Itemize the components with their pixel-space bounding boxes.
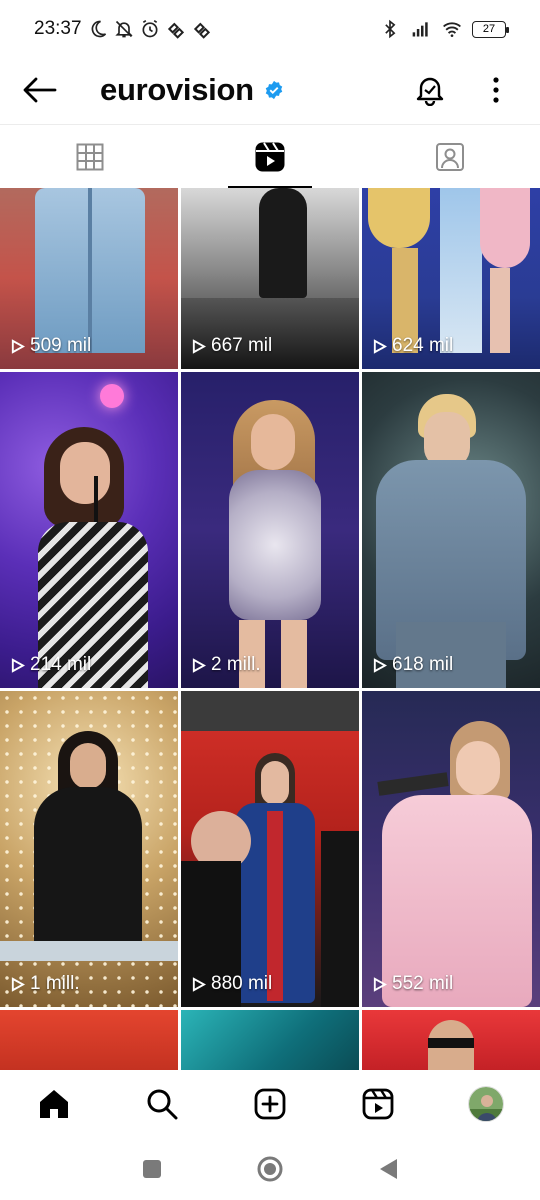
view-count-text: 618 mil	[392, 654, 454, 675]
profile-tabs	[0, 124, 540, 189]
circle-icon	[257, 1156, 283, 1182]
play-icon	[373, 338, 387, 354]
view-count-text: 1 mill.	[30, 973, 80, 994]
grid-tab[interactable]	[0, 125, 180, 189]
play-icon	[373, 976, 387, 992]
view-count: 2 mill.	[191, 654, 261, 676]
notifications-button[interactable]	[410, 68, 450, 112]
status-time: 23:37	[34, 18, 82, 39]
view-count-text: 2 mill.	[211, 654, 261, 675]
nav-profile[interactable]	[466, 1084, 506, 1124]
view-count-text: 214 mil	[30, 654, 92, 675]
status-left: 23:37	[34, 18, 212, 40]
reel-thumbnail	[0, 372, 178, 688]
triangle-back-icon	[380, 1159, 397, 1179]
tagged-tab[interactable]	[360, 125, 540, 189]
page-title: eurovision	[100, 72, 254, 107]
battery-icon: 27	[472, 20, 509, 38]
reel-tile[interactable]	[0, 1010, 178, 1070]
reel-thumbnail	[362, 1010, 540, 1070]
reel-tile[interactable]	[181, 1010, 359, 1070]
search-icon	[147, 1089, 178, 1120]
reel-tile[interactable]: 1 mill.	[0, 691, 178, 1007]
view-count-text: 667 mil	[211, 335, 273, 356]
home-icon	[40, 1090, 68, 1118]
play-icon	[11, 657, 25, 673]
view-count: 1 mill.	[10, 973, 80, 995]
play-icon	[11, 976, 25, 992]
reel-thumbnail	[181, 372, 359, 688]
moon-icon	[91, 20, 106, 38]
more-options-button[interactable]	[478, 68, 514, 112]
view-count-text: 624 mil	[392, 335, 454, 356]
reel-tile[interactable]: 624 mil	[362, 188, 540, 369]
reels-grid: 509 mil 667 mil 624 mil 214 mil 2 mill. …	[0, 188, 540, 1070]
reel-tile[interactable]: 618 mil	[362, 372, 540, 688]
wifi-icon	[443, 22, 461, 37]
view-count-text: 509 mil	[30, 335, 92, 356]
view-count-text: 552 mil	[392, 973, 454, 994]
alarm-icon	[142, 19, 158, 38]
nav-reels[interactable]	[358, 1084, 398, 1124]
avatar-image	[469, 1087, 503, 1121]
reel-tile[interactable]: 2 mill.	[181, 372, 359, 688]
view-count: 509 mil	[10, 335, 91, 357]
reel-thumbnail	[0, 691, 178, 1007]
reel-thumbnail	[362, 691, 540, 1007]
reel-thumbnail	[0, 1010, 178, 1070]
back-button-system[interactable]	[373, 1154, 403, 1184]
recents-button[interactable]	[137, 1154, 167, 1184]
nav-create[interactable]	[250, 1084, 290, 1124]
reel-thumbnail	[181, 691, 359, 1007]
play-icon	[11, 338, 25, 354]
bluetooth-icon	[385, 19, 396, 39]
view-count: 880 mil	[191, 973, 272, 995]
tagged-icon	[436, 143, 464, 171]
reel-tile[interactable]: 552 mil	[362, 691, 540, 1007]
heart-link-icon	[193, 22, 210, 39]
battery-level: 27	[482, 23, 496, 35]
grid-icon	[76, 143, 104, 171]
system-nav	[0, 1136, 540, 1200]
reel-tile[interactable]: 509 mil	[0, 188, 178, 369]
status-right: 27	[379, 19, 509, 39]
bell-off-icon	[114, 20, 133, 38]
reels-icon	[255, 142, 285, 172]
view-count-text: 880 mil	[211, 973, 273, 994]
nav-home[interactable]	[34, 1084, 74, 1124]
more-vertical-icon	[493, 77, 499, 103]
play-icon	[192, 657, 206, 673]
status-bar: 23:37 27	[0, 0, 540, 58]
play-icon	[192, 338, 206, 354]
reel-tile[interactable]: 667 mil	[181, 188, 359, 369]
title-wrap: eurovision	[100, 66, 284, 114]
heart-link-icon	[167, 22, 184, 39]
reel-tile[interactable]: 214 mil	[0, 372, 178, 688]
reel-thumbnail	[181, 1010, 359, 1070]
play-icon	[192, 976, 206, 992]
verified-badge-icon	[265, 80, 283, 100]
reels-icon	[362, 1088, 394, 1120]
back-button[interactable]	[20, 70, 60, 110]
view-count: 624 mil	[372, 335, 453, 357]
profile-header: eurovision	[0, 58, 540, 122]
reel-tile[interactable]: 880 mil	[181, 691, 359, 1007]
profile-avatar	[468, 1086, 504, 1122]
reel-tile[interactable]	[362, 1010, 540, 1070]
reel-thumbnail	[362, 372, 540, 688]
reels-tab[interactable]	[180, 125, 360, 189]
view-count: 618 mil	[372, 654, 453, 676]
home-button[interactable]	[255, 1154, 285, 1184]
square-icon	[143, 1160, 161, 1178]
create-icon	[254, 1088, 286, 1120]
bottom-nav	[0, 1070, 540, 1136]
view-count: 667 mil	[191, 335, 272, 357]
signal-icon	[412, 22, 428, 37]
nav-search[interactable]	[142, 1084, 182, 1124]
view-count: 214 mil	[10, 654, 91, 676]
view-count: 552 mil	[372, 973, 453, 995]
bell-icon	[416, 77, 444, 106]
play-icon	[373, 657, 387, 673]
arrow-left-icon	[23, 77, 57, 103]
